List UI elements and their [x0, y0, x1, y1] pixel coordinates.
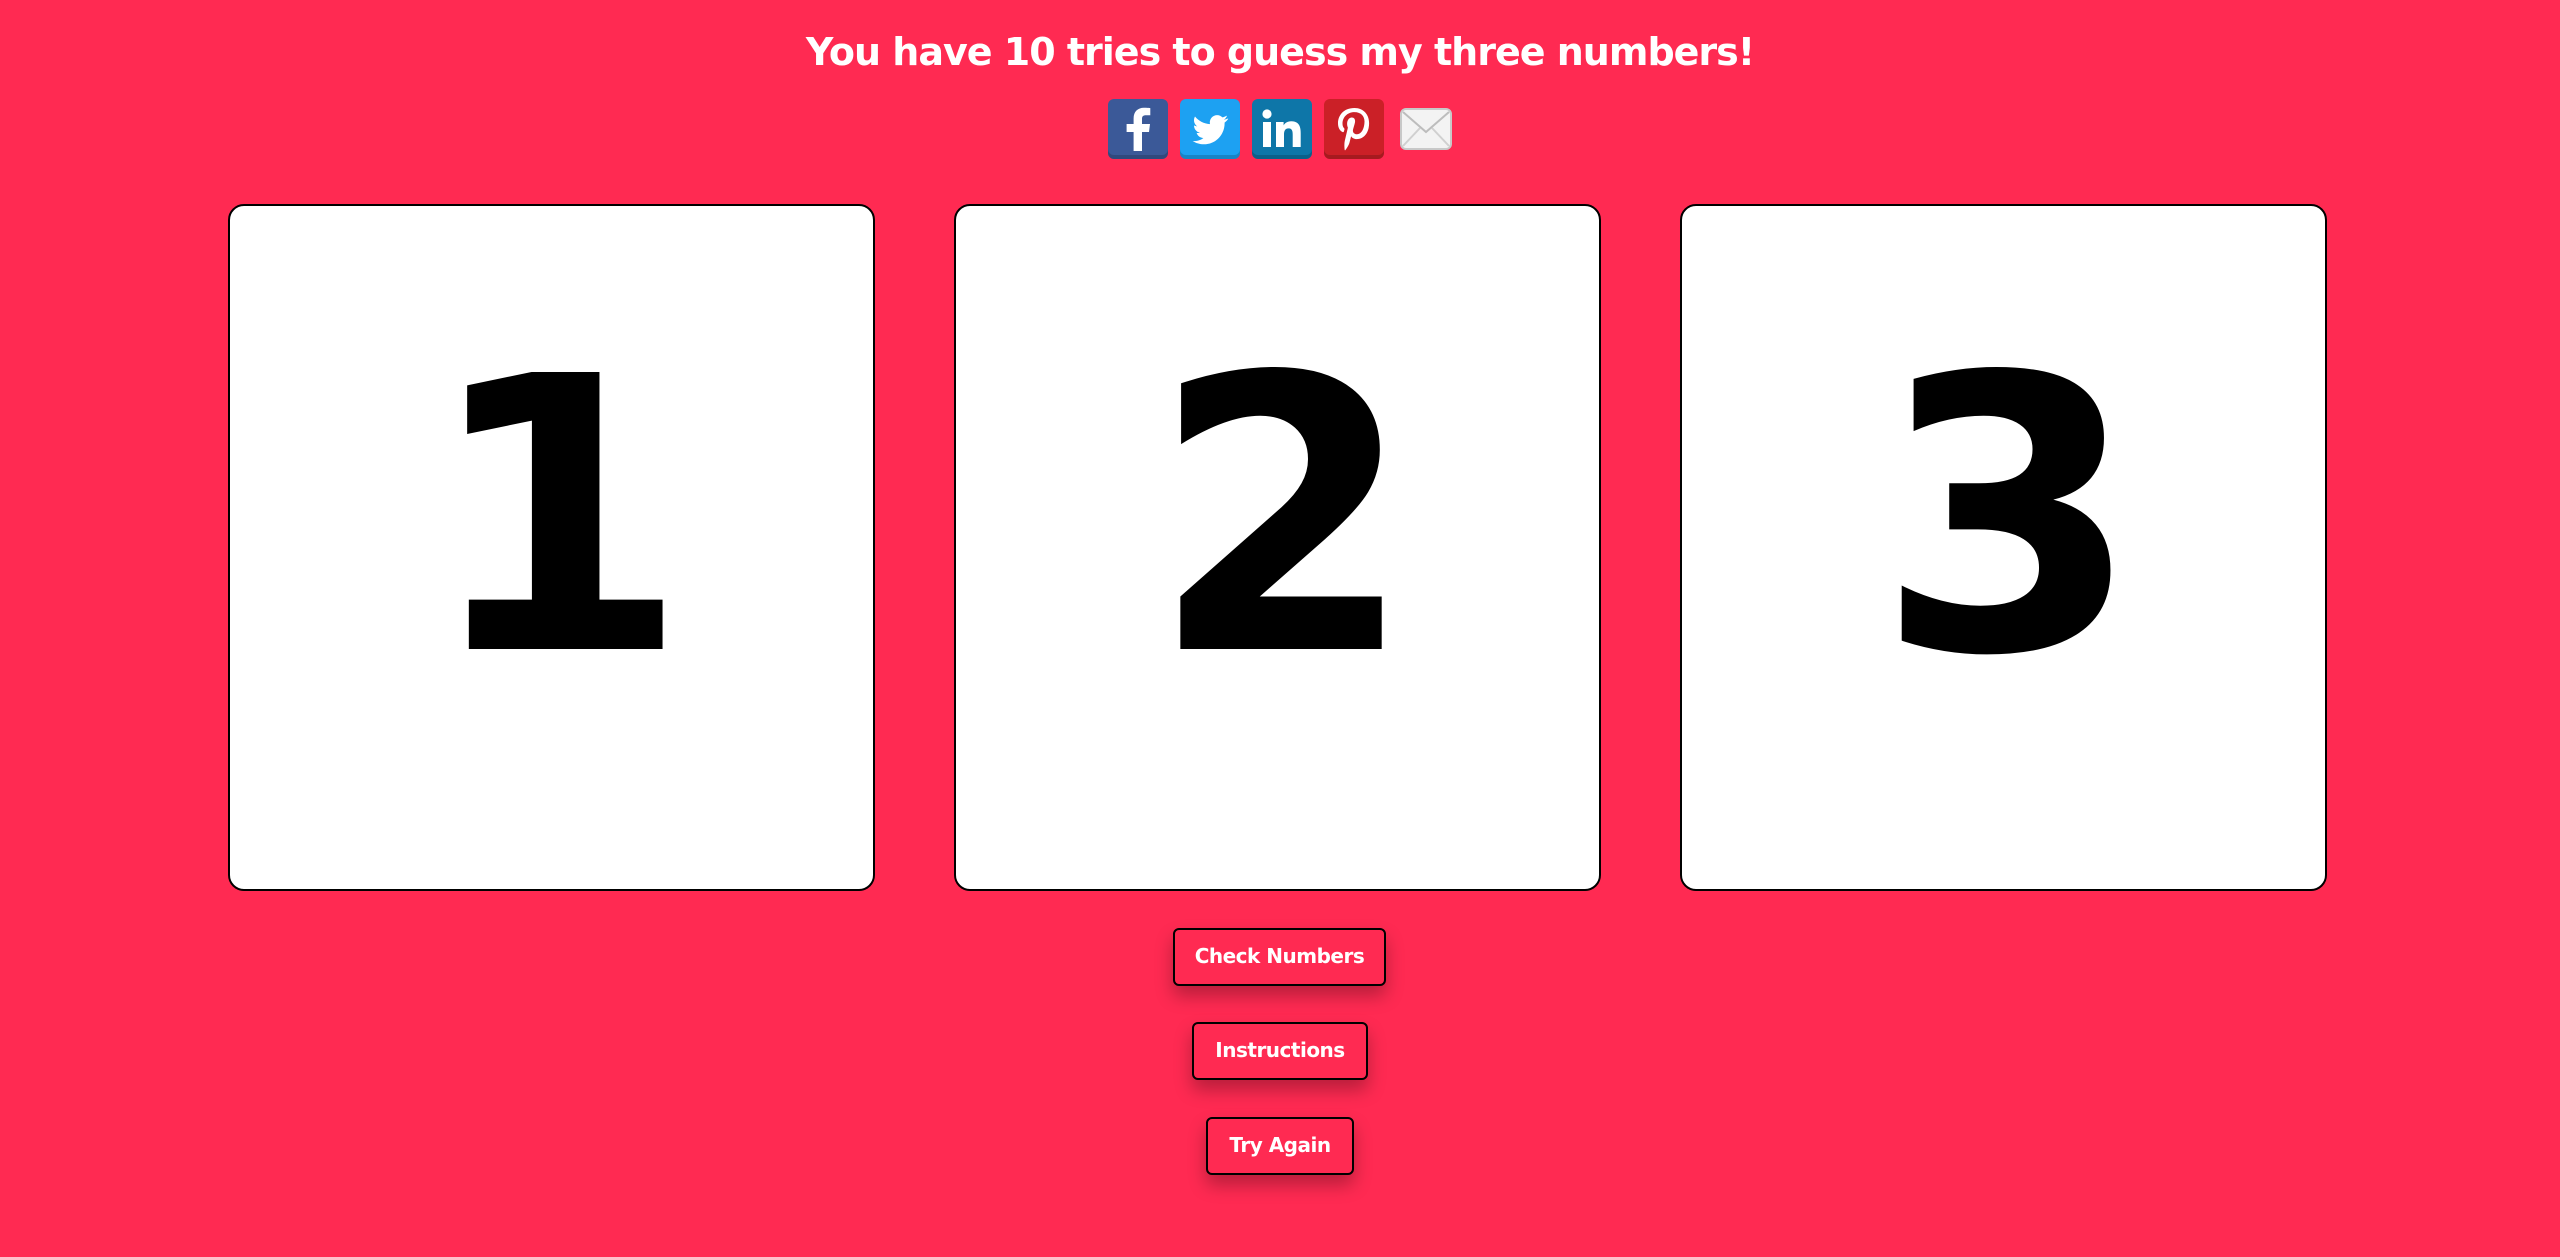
number-card-2[interactable]: 2	[954, 204, 1601, 891]
twitter-share-button[interactable]	[1180, 99, 1240, 159]
card-number: 1	[424, 296, 688, 739]
twitter-icon	[1180, 99, 1240, 159]
linkedin-share-button[interactable]	[1252, 99, 1312, 159]
facebook-icon	[1108, 99, 1168, 159]
number-card-1[interactable]: 1	[228, 204, 875, 891]
social-share-bar	[1108, 99, 1456, 159]
card-number: 2	[1150, 296, 1414, 739]
email-share-button[interactable]	[1396, 99, 1456, 159]
page-title: You have 10 tries to guess my three numb…	[805, 30, 1755, 74]
try-again-button[interactable]: Try Again	[1206, 1117, 1354, 1175]
pinterest-share-button[interactable]	[1324, 99, 1384, 159]
linkedin-icon	[1252, 99, 1312, 159]
pinterest-icon	[1324, 99, 1384, 159]
instructions-button[interactable]: Instructions	[1192, 1022, 1368, 1080]
number-card-3[interactable]: 3	[1680, 204, 2327, 891]
email-icon	[1396, 99, 1456, 159]
check-numbers-button[interactable]: Check Numbers	[1173, 928, 1386, 986]
facebook-share-button[interactable]	[1108, 99, 1168, 159]
card-number: 3	[1876, 296, 2140, 739]
